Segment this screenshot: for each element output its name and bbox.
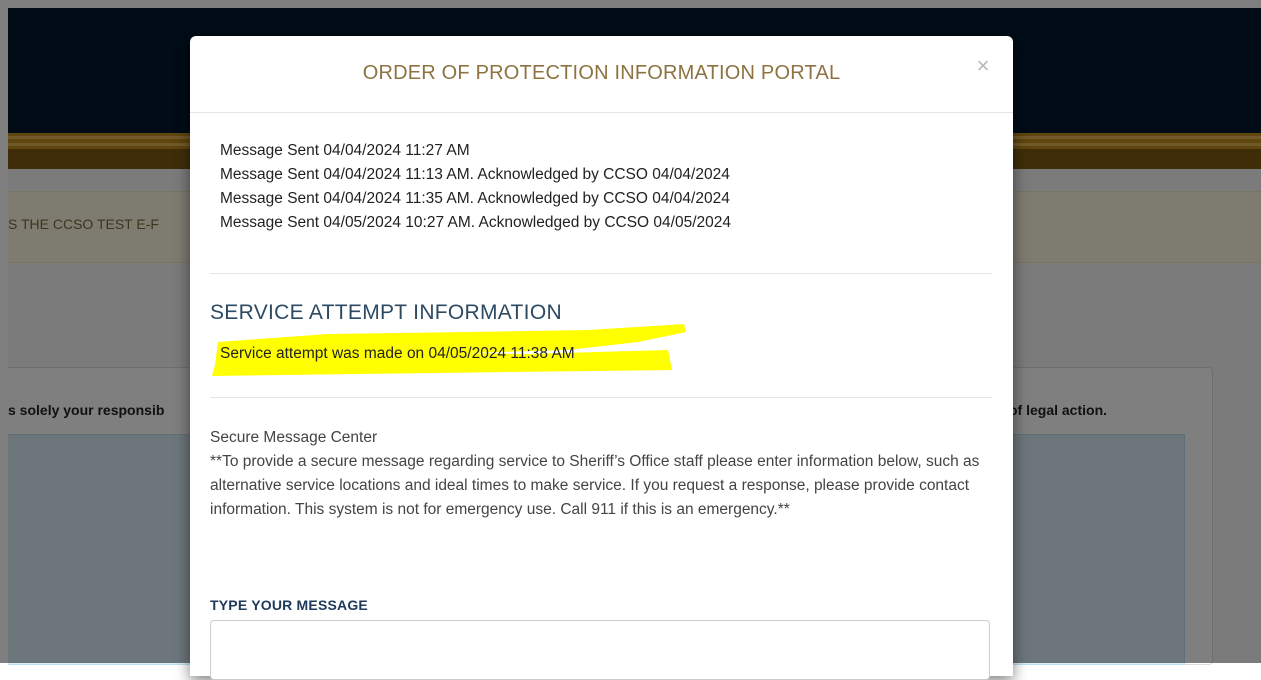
message-history-item: Message Sent 04/04/2024 11:13 AM. Acknow… — [220, 166, 730, 183]
message-history-item: Message Sent 04/04/2024 11:27 AM — [220, 142, 470, 159]
close-button[interactable]: × — [973, 54, 993, 78]
portal-modal: ORDER OF PROTECTION INFORMATION PORTAL ×… — [190, 36, 1013, 680]
modal-title: ORDER OF PROTECTION INFORMATION PORTAL — [362, 62, 841, 84]
secure-message-title: Secure Message Center — [210, 429, 378, 446]
message-history-item: Message Sent 04/05/2024 10:27 AM. Acknow… — [220, 214, 731, 231]
section-divider — [210, 397, 992, 398]
type-message-label: TYPE YOUR MESSAGE — [210, 597, 368, 613]
section-divider — [210, 273, 992, 274]
close-icon[interactable]: × — [977, 53, 990, 78]
modal-header: ORDER OF PROTECTION INFORMATION PORTAL × — [190, 36, 1013, 113]
secure-message-info: Secure Message Center **To provide a sec… — [210, 426, 980, 522]
message-history-list: Message Sent 04/04/2024 11:27 AM Message… — [220, 139, 731, 235]
message-input[interactable] — [210, 620, 990, 680]
secure-message-instructions: **To provide a secure message regarding … — [210, 453, 980, 518]
message-history-item: Message Sent 04/04/2024 11:35 AM. Acknow… — [220, 190, 730, 207]
service-attempt-text: Service attempt was made on 04/05/2024 1… — [220, 345, 575, 362]
